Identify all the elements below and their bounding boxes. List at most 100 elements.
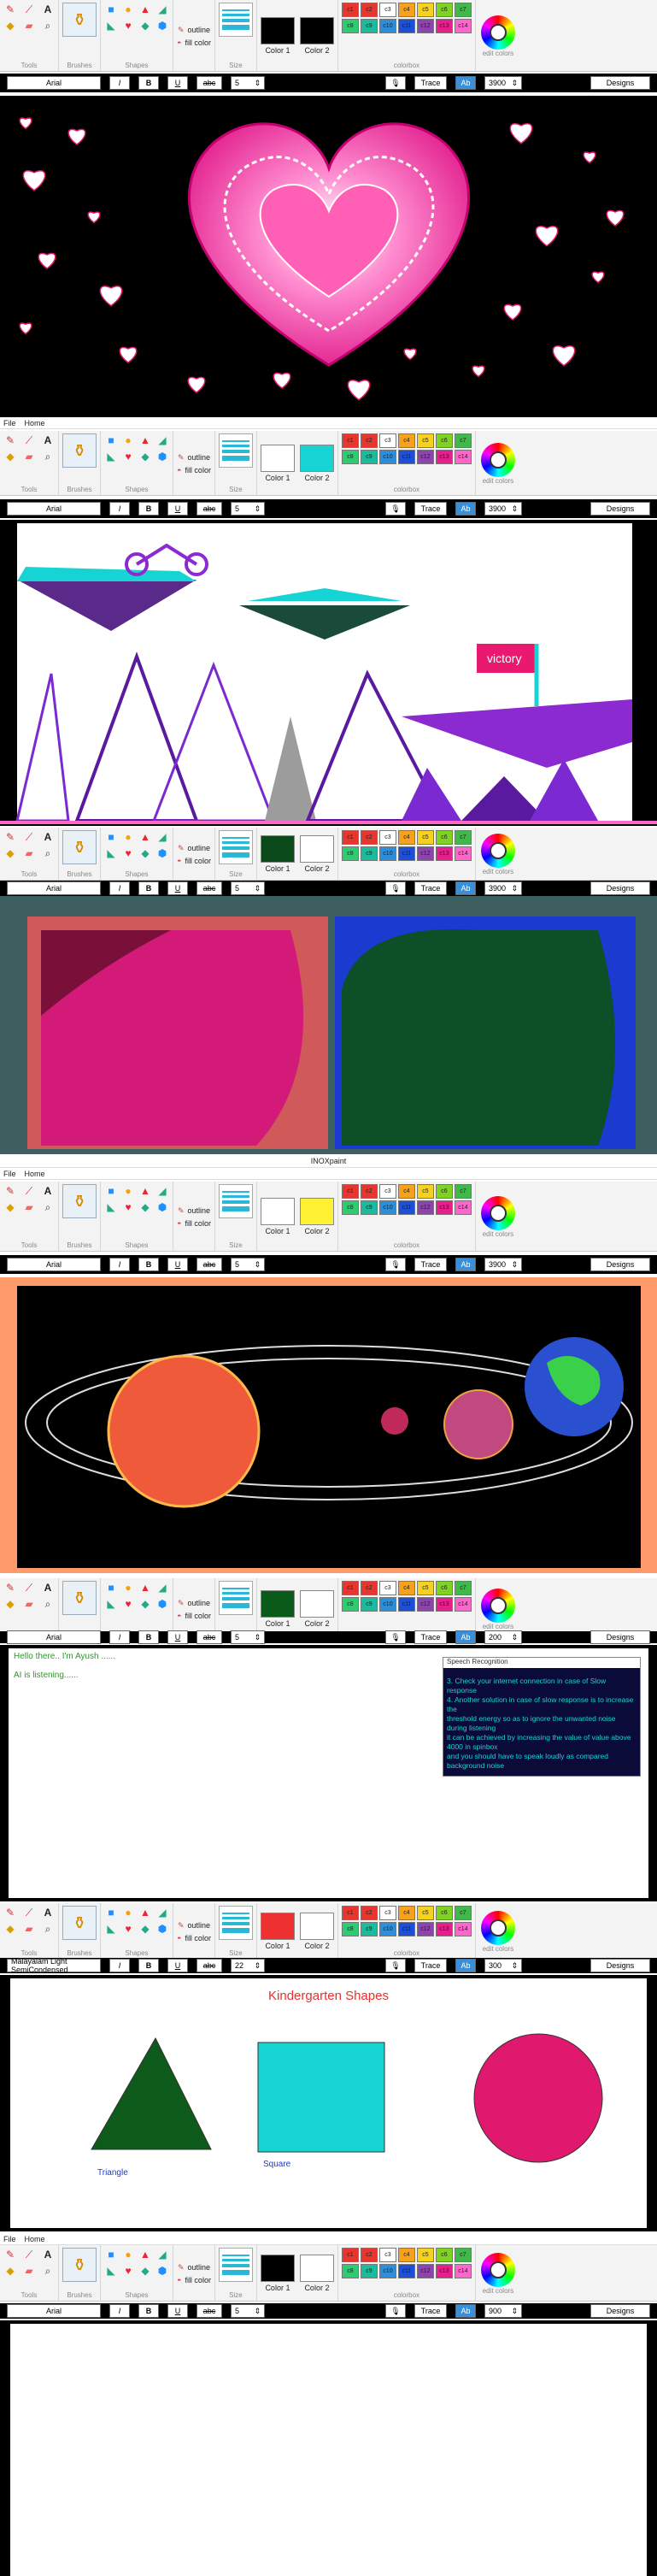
- mic-button[interactable]: 🎙: [385, 1630, 406, 1644]
- color1-box[interactable]: Color 1: [260, 17, 295, 55]
- cube-shape-icon[interactable]: ⬢: [155, 1200, 169, 1214]
- bold-button[interactable]: B: [138, 1258, 159, 1271]
- palette-swatch[interactable]: c6: [435, 830, 453, 845]
- right-triangle-shape-icon[interactable]: ◢: [155, 2248, 169, 2261]
- circle-shape-icon[interactable]: ●: [121, 433, 135, 447]
- palette-swatch[interactable]: c13: [435, 1200, 453, 1215]
- palette-swatch[interactable]: c14: [454, 1200, 472, 1215]
- palette-swatch[interactable]: c12: [416, 2264, 434, 2278]
- font-size-spinbox[interactable]: 5 ⇕: [231, 2304, 265, 2318]
- brushes-button[interactable]: ⚱: [62, 2248, 97, 2282]
- brush-icon[interactable]: ⟋: [22, 1581, 36, 1595]
- color2-box[interactable]: Color 2: [299, 17, 334, 55]
- magnifier-icon[interactable]: ⌕: [41, 846, 55, 860]
- strike-button[interactable]: abc: [197, 502, 222, 516]
- triangle-shape-icon[interactable]: ▲: [138, 1906, 152, 1919]
- fill-color-option[interactable]: ◓ fill color: [177, 1612, 211, 1620]
- heart-shape-icon[interactable]: ♥: [121, 450, 135, 463]
- color-wheel-icon[interactable]: [480, 1195, 515, 1230]
- fill-bucket-icon[interactable]: ◆: [3, 1922, 17, 1936]
- heart-shape-icon[interactable]: ♥: [121, 1922, 135, 1936]
- designs-button[interactable]: Designs: [590, 76, 650, 90]
- trace-button[interactable]: Trace: [414, 502, 447, 516]
- color2-box[interactable]: Color 2: [299, 1198, 334, 1235]
- underline-button[interactable]: U: [167, 2304, 188, 2318]
- circle-shape-icon[interactable]: ●: [121, 3, 135, 16]
- pencil-icon[interactable]: ✎: [3, 433, 17, 447]
- brush-icon[interactable]: ⟋: [22, 3, 36, 16]
- color2-box[interactable]: Color 2: [299, 1590, 334, 1628]
- pencil-icon[interactable]: ✎: [3, 1581, 17, 1595]
- size-button[interactable]: [218, 433, 253, 468]
- star-shape-icon[interactable]: ◆: [138, 846, 152, 860]
- bold-button[interactable]: B: [138, 2304, 159, 2318]
- palette-swatch[interactable]: c6: [435, 3, 453, 17]
- bold-button[interactable]: B: [138, 1959, 159, 1972]
- text-tool-icon[interactable]: A: [41, 1581, 55, 1595]
- brush-icon[interactable]: ⟋: [22, 1184, 36, 1198]
- brush-icon[interactable]: ⟋: [22, 433, 36, 447]
- palette-swatch[interactable]: c13: [435, 1922, 453, 1936]
- font-size-spinbox[interactable]: 5 ⇕: [231, 76, 265, 90]
- diamond-shape-icon[interactable]: ◣: [104, 1200, 118, 1214]
- palette-swatch[interactable]: c13: [435, 1597, 453, 1612]
- diamond-shape-icon[interactable]: ◣: [104, 1597, 118, 1611]
- abstract-canvas[interactable]: [0, 896, 657, 1154]
- right-triangle-shape-icon[interactable]: ◢: [155, 1184, 169, 1198]
- font-select[interactable]: Arial: [7, 76, 101, 90]
- palette-swatch[interactable]: c12: [416, 1200, 434, 1215]
- palette-swatch[interactable]: c12: [416, 846, 434, 861]
- italic-button[interactable]: I: [109, 2304, 130, 2318]
- ab-button[interactable]: Ab: [455, 502, 476, 516]
- size-button[interactable]: [218, 2248, 253, 2282]
- ab-button[interactable]: Ab: [455, 881, 476, 895]
- palette-swatch[interactable]: c8: [341, 846, 359, 861]
- palette-swatch[interactable]: c9: [360, 2264, 378, 2278]
- text-tool-icon[interactable]: A: [41, 3, 55, 16]
- fill-color-option[interactable]: ◓ fill color: [177, 857, 211, 865]
- trace-button[interactable]: Trace: [414, 881, 447, 895]
- palette-swatch[interactable]: c11: [397, 1200, 415, 1215]
- palette-swatch[interactable]: c2: [360, 1581, 378, 1595]
- speech-canvas[interactable]: Hello there.. I'm Ayush ...... AI is lis…: [9, 1648, 648, 1898]
- bold-button[interactable]: B: [138, 881, 159, 895]
- italic-button[interactable]: I: [109, 1959, 130, 1972]
- color2-box[interactable]: Color 2: [299, 1913, 334, 1950]
- color2-box[interactable]: Color 2: [299, 445, 334, 482]
- diamond-shape-icon[interactable]: ◣: [104, 846, 118, 860]
- palette-swatch[interactable]: c4: [397, 1906, 415, 1920]
- palette-swatch[interactable]: c3: [378, 433, 396, 448]
- mic-button[interactable]: 🎙: [385, 2304, 406, 2318]
- palette-swatch[interactable]: c1: [341, 830, 359, 845]
- palette-swatch[interactable]: c8: [341, 2264, 359, 2278]
- color-wheel-icon[interactable]: [480, 1588, 515, 1623]
- square-shape-icon[interactable]: ■: [104, 433, 118, 447]
- heart-shape-icon[interactable]: ♥: [121, 2264, 135, 2278]
- cube-shape-icon[interactable]: ⬢: [155, 450, 169, 463]
- brushes-button[interactable]: ⚱: [62, 1906, 97, 1940]
- pencil-icon[interactable]: ✎: [3, 830, 17, 844]
- palette-swatch[interactable]: c8: [341, 450, 359, 464]
- diamond-shape-icon[interactable]: ◣: [104, 450, 118, 463]
- strike-button[interactable]: abc: [197, 881, 222, 895]
- text-tool-icon[interactable]: A: [41, 2248, 55, 2261]
- color2-box[interactable]: Color 2: [299, 835, 334, 873]
- diamond-shape-icon[interactable]: ◣: [104, 1922, 118, 1936]
- palette-swatch[interactable]: c2: [360, 3, 378, 17]
- font-select[interactable]: Arial: [7, 1258, 101, 1271]
- strike-button[interactable]: abc: [197, 76, 222, 90]
- italic-button[interactable]: I: [109, 76, 130, 90]
- palette-swatch[interactable]: c10: [378, 450, 396, 464]
- threshold-spinbox[interactable]: 200 ⇕: [484, 1630, 522, 1644]
- font-size-spinbox[interactable]: 5 ⇕: [231, 881, 265, 895]
- color1-swatch[interactable]: [260, 1590, 295, 1618]
- brushes-button[interactable]: ⚱: [62, 433, 97, 468]
- palette-swatch[interactable]: c11: [397, 1922, 415, 1936]
- right-triangle-shape-icon[interactable]: ◢: [155, 433, 169, 447]
- outline-option[interactable]: ✎ outline: [178, 1599, 210, 1608]
- color2-swatch[interactable]: [299, 1590, 334, 1618]
- color-wheel-icon[interactable]: [480, 442, 515, 477]
- color-wheel-icon[interactable]: [480, 833, 515, 868]
- circle-shape-icon[interactable]: ●: [121, 1581, 135, 1595]
- font-size-spinbox[interactable]: 5 ⇕: [231, 502, 265, 516]
